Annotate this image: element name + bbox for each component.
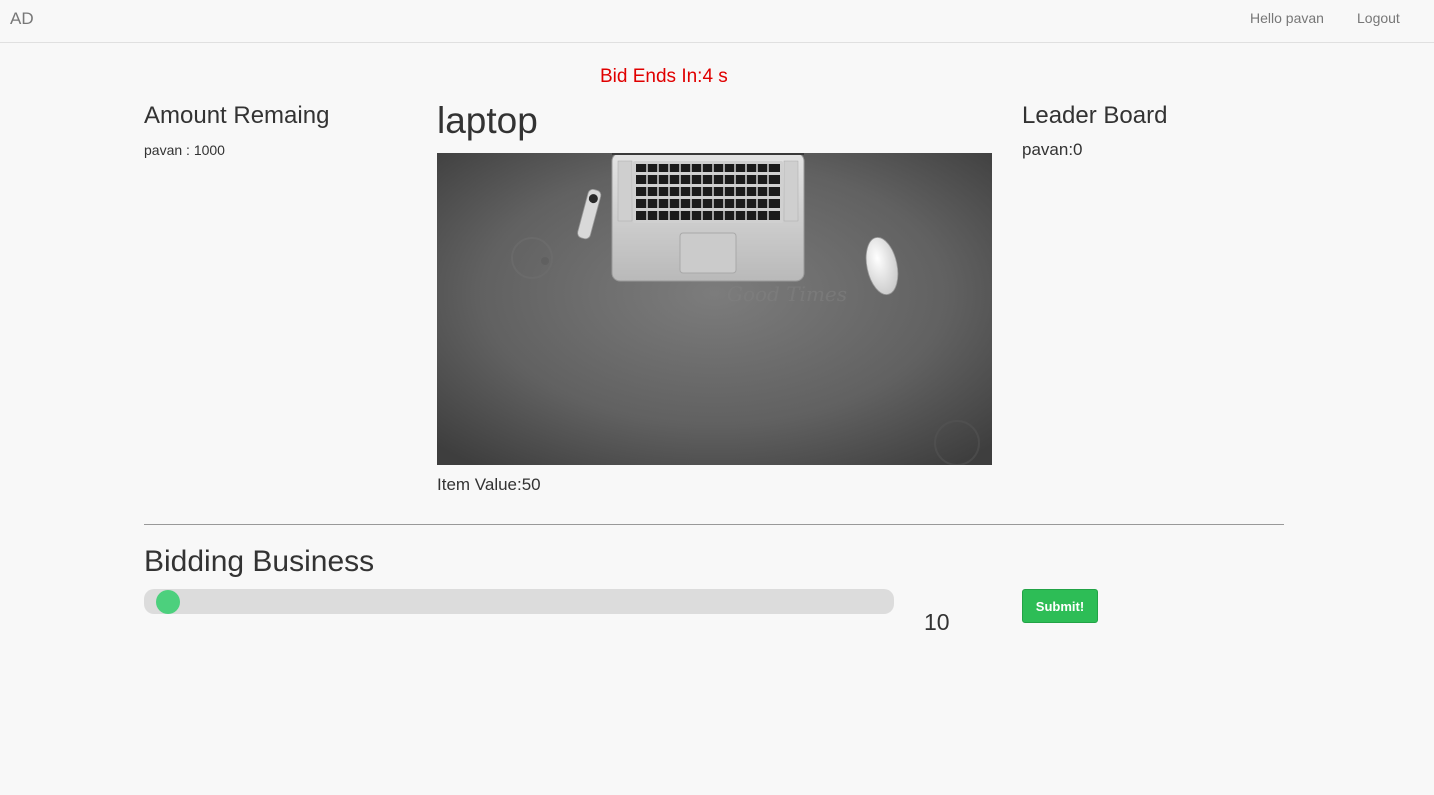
svg-text:Good Times: Good Times [727, 282, 847, 306]
leaderboard-title: Leader Board [1022, 102, 1168, 129]
leaderboard-entry: pavan:0 [1022, 140, 1083, 159]
current-bid-value: 10 [924, 609, 950, 635]
bid-slider[interactable] [144, 589, 894, 614]
section-divider [144, 524, 1284, 525]
bid-countdown: Bid Ends In:4 s [600, 66, 728, 87]
user-greeting-link[interactable]: Hello pavan [1250, 10, 1324, 26]
brand-logo[interactable]: AD [10, 9, 34, 29]
laptop-desk-photo: Good Times [437, 153, 992, 465]
logout-link[interactable]: Logout [1357, 10, 1400, 26]
navbar: AD Hello pavan Logout [0, 0, 1434, 43]
amount-remaining-entry: pavan : 1000 [144, 142, 225, 158]
item-title: laptop [437, 100, 538, 141]
submit-button[interactable]: Submit! [1022, 589, 1098, 623]
bid-slider-thumb[interactable] [155, 590, 180, 614]
bidding-title: Bidding Business [144, 545, 375, 578]
amount-remaining-title: Amount Remaing [144, 102, 330, 129]
item-value: Item Value:50 [437, 475, 541, 494]
